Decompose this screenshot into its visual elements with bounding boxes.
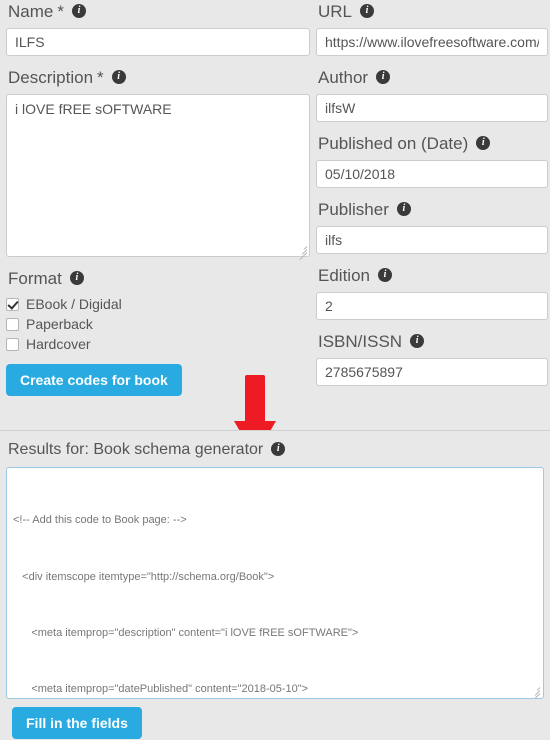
info-icon[interactable]: i (69, 271, 84, 285)
field-url: URL i (316, 2, 548, 56)
description-textarea-wrap: i lOVE fREE sOFTWARE (6, 94, 310, 260)
results-title: Results for: Book schema generator i (8, 441, 544, 459)
field-name: Name * i (6, 2, 310, 56)
edition-label: Edition i (318, 266, 548, 286)
description-label: Description * i (8, 68, 310, 88)
fill-in-the-fields-button[interactable]: Fill in the fields (12, 707, 142, 739)
results-title-text: Results for: Book schema generator (8, 441, 264, 458)
field-edition: Edition i (316, 266, 548, 320)
format-option-label: Paperback (26, 316, 93, 332)
description-required-marker: * (97, 68, 104, 87)
results-section: Results for: Book schema generator i <!-… (0, 430, 550, 739)
author-input[interactable] (316, 94, 548, 122)
info-icon[interactable]: i (271, 442, 286, 456)
publisher-label: Publisher i (318, 200, 548, 220)
isbn-label-text: ISBN/ISSN (318, 332, 403, 351)
format-option-hardcover[interactable]: Hardcover (6, 335, 310, 353)
author-label-text: Author (318, 68, 369, 87)
field-isbn: ISBN/ISSN i (316, 332, 548, 386)
publisher-input[interactable] (316, 226, 548, 254)
code-line: <!-- Add this code to Book page: --> (13, 514, 187, 527)
format-option-label: Hardcover (26, 336, 91, 352)
field-publisher: Publisher i (316, 200, 548, 254)
info-icon[interactable]: i (396, 202, 411, 216)
format-option-label: EBook / Digidal (26, 296, 122, 312)
bottom-bar: Fill in the fields (6, 699, 544, 739)
info-icon[interactable]: i (360, 4, 375, 18)
description-label-text: Description (8, 68, 94, 87)
publisher-label-text: Publisher (318, 200, 389, 219)
info-icon[interactable]: i (410, 334, 425, 348)
format-option-ebook[interactable]: EBook / Digidal (6, 295, 310, 313)
url-label-text: URL (318, 2, 353, 21)
generated-code-textarea[interactable]: <!-- Add this code to Book page: --> <di… (6, 467, 544, 699)
edition-input[interactable] (316, 292, 548, 320)
published-label: Published on (Date) i (318, 134, 548, 154)
description-textarea[interactable]: i lOVE fREE sOFTWARE (6, 94, 310, 257)
checkbox-ebook[interactable] (6, 297, 19, 311)
edition-label-text: Edition (318, 266, 370, 285)
name-label: Name * i (8, 2, 310, 22)
url-label: URL i (318, 2, 548, 22)
schema-generator-page: { "form": { "fields": { "name": { "label… (0, 0, 550, 740)
author-label: Author i (318, 68, 548, 88)
field-published: Published on (Date) i (316, 134, 548, 188)
format-label: Format i (8, 269, 310, 289)
published-input[interactable] (316, 160, 548, 188)
name-required-marker: * (57, 2, 64, 21)
info-icon[interactable]: i (377, 268, 392, 282)
code-line: <meta itemprop="description" content="i … (13, 626, 359, 639)
checkbox-hardcover[interactable] (6, 337, 19, 351)
info-icon[interactable]: i (376, 70, 391, 84)
info-icon[interactable]: i (111, 70, 126, 84)
info-icon[interactable]: i (71, 4, 86, 18)
name-input[interactable] (6, 28, 310, 56)
left-column: Name * i Description * i i lOVE fREE sOF… (6, 2, 310, 396)
format-option-paperback[interactable]: Paperback (6, 315, 310, 333)
name-label-text: Name (8, 2, 54, 21)
isbn-input[interactable] (316, 358, 548, 386)
published-label-text: Published on (Date) (318, 134, 469, 153)
checkbox-paperback[interactable] (6, 317, 19, 331)
format-label-text: Format (8, 269, 62, 288)
info-icon[interactable]: i (476, 136, 491, 150)
field-author: Author i (316, 68, 548, 122)
field-description: Description * i i lOVE fREE sOFTWARE (6, 68, 310, 260)
code-line: <div itemscope itemtype="http://schema.o… (13, 570, 275, 583)
isbn-label: ISBN/ISSN i (318, 332, 548, 352)
create-codes-button[interactable]: Create codes for book (6, 364, 182, 396)
form-area: Name * i Description * i i lOVE fREE sOF… (0, 0, 550, 457)
code-line: <meta itemprop="datePublished" content="… (13, 682, 309, 695)
right-column: URL i Author i Published on (Date) i Pub… (316, 2, 548, 398)
url-input[interactable] (316, 28, 548, 56)
